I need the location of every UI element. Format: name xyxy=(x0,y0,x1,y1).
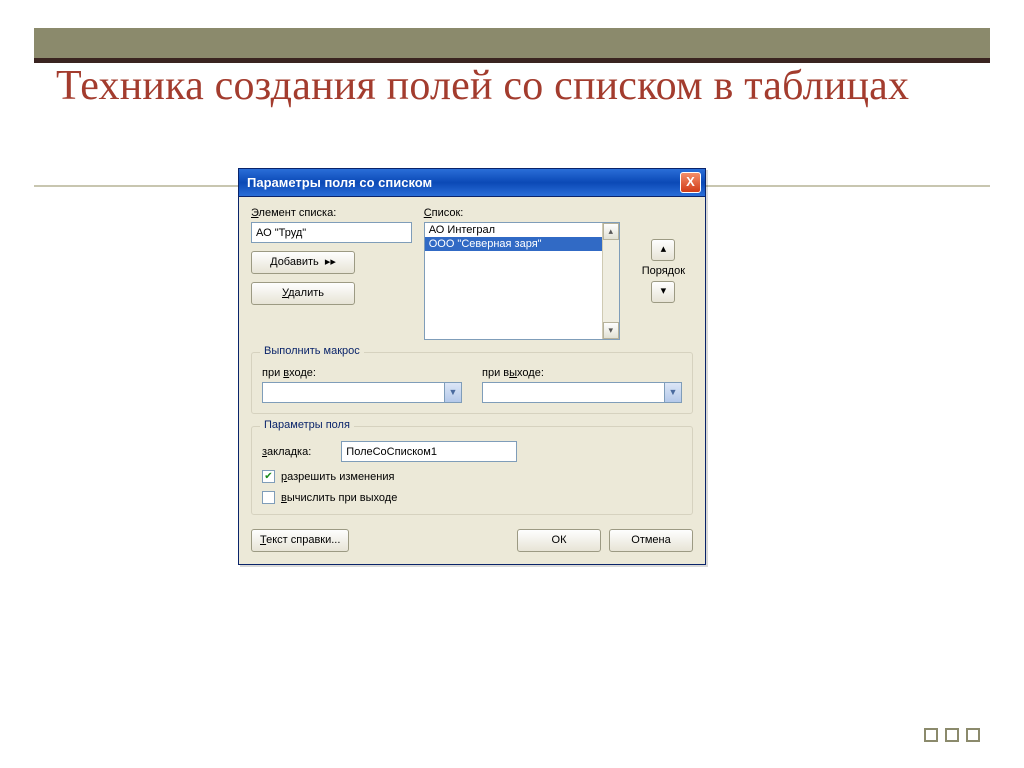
bookmark-row: закладка: xyxy=(262,441,682,462)
macro-enter-col: при входе: ▼ xyxy=(262,367,462,403)
macro-exit-col: при выходе: ▼ xyxy=(482,367,682,403)
label-on-enter: при входе: xyxy=(262,367,462,379)
top-row: Элемент списка: Добавить ▸▸ Удалить Спис… xyxy=(251,207,693,340)
move-up-button[interactable]: ▴ xyxy=(651,239,675,261)
list-box-inner: АО Интеграл ООО "Северная заря" xyxy=(425,223,602,339)
close-icon: X xyxy=(686,174,695,189)
on-exit-combo[interactable]: ▼ xyxy=(482,382,682,403)
label-order: Порядок xyxy=(642,265,685,277)
allow-changes-label: разрешить изменения xyxy=(281,471,394,483)
bookmark-input[interactable] xyxy=(341,441,517,462)
on-exit-value xyxy=(483,383,664,402)
cancel-button[interactable]: Отмена xyxy=(609,529,693,552)
label-element: Элемент списка: xyxy=(251,207,412,219)
move-down-button[interactable]: ▾ xyxy=(651,281,675,303)
allow-changes-row: ✔ разрешить изменения xyxy=(262,470,682,483)
help-text-button[interactable]: Текст справки... xyxy=(251,529,349,552)
col-list: Список: АО Интеграл ООО "Северная заря" … xyxy=(424,207,620,340)
list-box[interactable]: АО Интеграл ООО "Северная заря" ▴ ▾ xyxy=(424,222,620,340)
element-input[interactable] xyxy=(251,222,412,243)
slide-bullet-icon xyxy=(924,728,938,742)
combo-box-params-dialog: Параметры поля со списком X Элемент спис… xyxy=(238,168,706,565)
list-item[interactable]: АО Интеграл xyxy=(425,223,602,237)
col-order: ▴ Порядок ▾ xyxy=(634,207,693,340)
on-enter-value xyxy=(263,383,444,402)
add-button[interactable]: Добавить ▸▸ xyxy=(251,251,355,274)
titlebar[interactable]: Параметры поля со списком X xyxy=(239,169,705,197)
field-params-group: закладка: ✔ разрешить изменения вычислит… xyxy=(251,426,693,515)
calc-on-exit-label: вычислить при выходе xyxy=(281,492,397,504)
macro-group: при входе: ▼ при выходе: ▼ xyxy=(251,352,693,414)
ok-button[interactable]: ОК xyxy=(517,529,601,552)
scroll-up-icon[interactable]: ▴ xyxy=(603,223,619,240)
close-button[interactable]: X xyxy=(680,172,701,193)
dialog-body: Элемент списка: Добавить ▸▸ Удалить Спис… xyxy=(239,197,705,564)
chevron-down-icon[interactable]: ▼ xyxy=(444,383,461,402)
col-element: Элемент списка: Добавить ▸▸ Удалить xyxy=(251,207,412,340)
scroll-down-icon[interactable]: ▾ xyxy=(603,322,619,339)
calc-on-exit-row: вычислить при выходе xyxy=(262,491,682,504)
allow-changes-checkbox[interactable]: ✔ xyxy=(262,470,275,483)
label-list: Список: xyxy=(424,207,620,219)
bottom-button-row: Текст справки... ОК Отмена xyxy=(251,529,693,552)
calc-on-exit-checkbox[interactable] xyxy=(262,491,275,504)
list-scrollbar[interactable]: ▴ ▾ xyxy=(602,223,619,339)
slide: Техника создания полей со списком в табл… xyxy=(0,0,1024,768)
on-enter-combo[interactable]: ▼ xyxy=(262,382,462,403)
chevron-down-icon[interactable]: ▼ xyxy=(664,383,681,402)
slide-bullet-icon xyxy=(945,728,959,742)
delete-button[interactable]: Удалить xyxy=(251,282,355,305)
dialog-title: Параметры поля со списком xyxy=(247,175,432,190)
slide-top-bar xyxy=(34,28,990,58)
label-on-exit: при выходе: xyxy=(482,367,682,379)
slide-title: Техника создания полей со списком в табл… xyxy=(56,62,909,110)
list-item[interactable]: ООО "Северная заря" xyxy=(425,237,602,251)
label-bookmark: закладка: xyxy=(262,446,311,458)
slide-bullet-icon xyxy=(966,728,980,742)
